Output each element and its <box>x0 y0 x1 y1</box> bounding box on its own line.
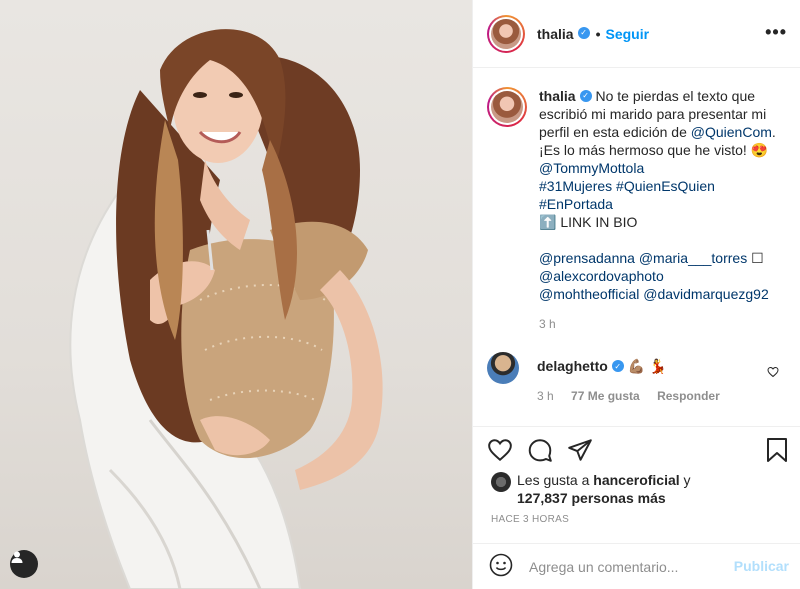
author-username[interactable]: thalia <box>537 26 574 42</box>
add-comment-bar: Publicar <box>473 543 800 589</box>
mention-alexcordovaphoto[interactable]: @alexcordovaphoto <box>539 267 789 285</box>
caption-line2: ¡Es lo más hermoso que he visto! 😍 <box>539 142 769 158</box>
post-photo[interactable] <box>0 0 472 589</box>
follow-button[interactable]: Seguir <box>605 26 649 42</box>
caption-text: thalia ✓ No te pierdas el texto que escri… <box>539 87 789 333</box>
liker-avatar[interactable] <box>491 472 511 492</box>
unknown-glyph: ☐ <box>751 250 764 266</box>
mention-davidmarquezg92[interactable]: @davidmarquezg92 <box>643 286 769 302</box>
emoji-icon[interactable] <box>489 553 513 580</box>
comment-time[interactable]: 3 h <box>537 389 554 403</box>
likes-prefix: Les gusta a <box>517 472 594 488</box>
caption-avatar[interactable] <box>487 87 527 127</box>
mention-maria-torres[interactable]: @maria___torres <box>639 250 747 266</box>
likes-count[interactable]: 127,837 personas más <box>517 490 666 506</box>
comment-like-heart-icon[interactable] <box>767 365 779 381</box>
caption-period: . <box>771 124 776 140</box>
comment-text: 💪🏽 💃 <box>627 358 667 374</box>
separator-dot: • <box>595 25 601 42</box>
commenter-avatar[interactable] <box>487 352 519 384</box>
publish-button[interactable]: Publicar <box>734 558 789 574</box>
post-header: thalia ✓ • Seguir ••• <box>473 0 800 68</box>
share-paper-plane-icon[interactable] <box>567 437 593 466</box>
hashtag-enportada[interactable]: #EnPortada <box>539 195 789 213</box>
commenter-verified-badge-icon: ✓ <box>611 360 624 373</box>
author-avatar[interactable] <box>487 14 525 53</box>
caption-time[interactable]: 3 h <box>539 315 789 333</box>
mention-prensadanna[interactable]: @prensadanna <box>539 250 635 266</box>
photo-illustration <box>69 29 383 589</box>
comment-input[interactable] <box>529 558 729 575</box>
post-sidebar: thalia ✓ • Seguir ••• thalia ✓ No te pier… <box>472 0 800 589</box>
bookmark-icon[interactable] <box>765 437 789 466</box>
user-icon <box>11 551 23 563</box>
comments-section: thalia ✓ No te pierdas el texto que escri… <box>473 69 800 425</box>
like-heart-icon[interactable] <box>487 437 513 466</box>
verified-badge-icon: ✓ <box>577 26 590 39</box>
likes-connector: y <box>679 472 691 488</box>
more-options-icon[interactable]: ••• <box>765 22 787 43</box>
commenter-username[interactable]: delaghetto <box>537 358 608 374</box>
tagged-users-icon[interactable] <box>10 550 38 578</box>
link-in-bio: ⬆️ LINK IN BIO <box>539 214 638 230</box>
comment-row: delaghetto ✓ 💪🏽 💃 3 h 77 Me gusta Respond… <box>487 352 787 403</box>
post-timestamp[interactable]: HACE 3 HORAS <box>491 514 569 525</box>
instagram-post: thalia ✓ • Seguir ••• thalia ✓ No te pier… <box>0 0 800 589</box>
reply-button[interactable]: Responder <box>657 389 720 403</box>
post-actions: Les gusta a hanceroficial y 127,837 pers… <box>473 426 800 543</box>
hashtag-31mujeres[interactable]: #31Mujeres <box>539 178 612 194</box>
mention-quiencom[interactable]: @QuienCom <box>691 124 772 140</box>
liker-username[interactable]: hanceroficial <box>593 472 679 488</box>
caption-username[interactable]: thalia <box>539 88 576 104</box>
hashtag-quienesquien[interactable]: #QuienEsQuien <box>616 178 715 194</box>
mention-mohtheofficial[interactable]: @mohtheofficial <box>539 286 639 302</box>
comment-likes[interactable]: 77 Me gusta <box>571 389 640 403</box>
likes-summary: Les gusta a hanceroficial y 127,837 pers… <box>491 471 691 507</box>
caption: thalia ✓ No te pierdas el texto que escri… <box>487 87 789 333</box>
caption-verified-badge-icon: ✓ <box>579 90 592 103</box>
mention-tommymottola[interactable]: @TommyMottola <box>539 159 789 177</box>
comment-bubble-icon[interactable] <box>527 437 553 466</box>
